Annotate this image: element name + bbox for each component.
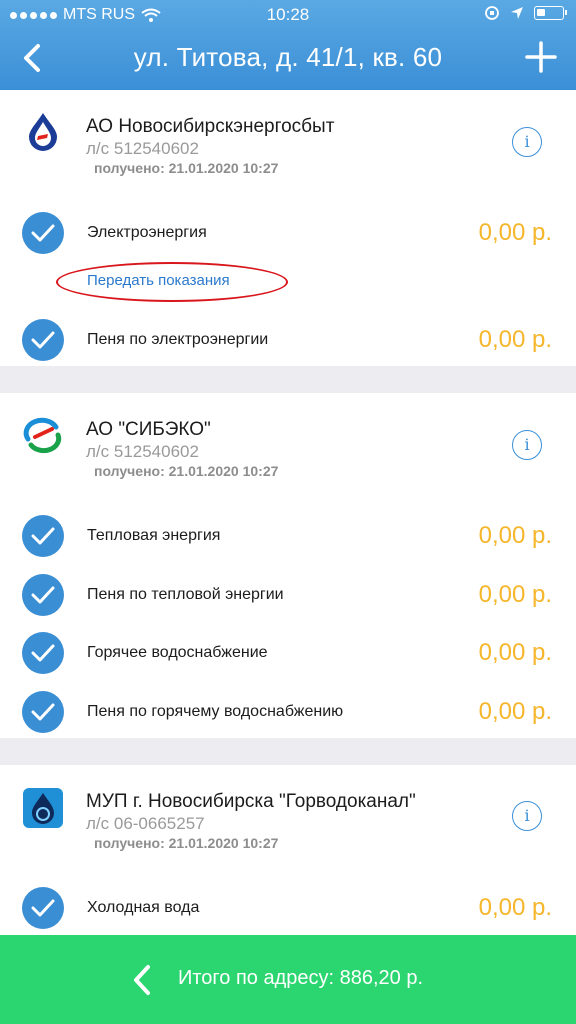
- received-date: получено: 21.01.2020 10:27: [94, 835, 279, 851]
- service-row[interactable]: Пеня по тепловой энергии 0,00 р.: [0, 570, 576, 620]
- chevron-left-icon[interactable]: [130, 963, 156, 997]
- service-amount: 0,00 р.: [478, 698, 552, 725]
- location-icon: [511, 7, 523, 19]
- provider-name: АО Новосибирскэнергосбыт: [86, 116, 335, 137]
- service-amount: 0,00 р.: [478, 894, 552, 921]
- service-row[interactable]: Электроэнергия 0,00 р.: [0, 208, 576, 258]
- service-label: Пеня по электроэнергии: [87, 331, 269, 348]
- received-date: получено: 21.01.2020 10:27: [94, 463, 279, 479]
- battery-icon: [534, 6, 567, 20]
- service-amount: 0,00 р.: [478, 219, 552, 246]
- energosbyt-logo-icon: [29, 113, 57, 151]
- total-footer-button[interactable]: Итого по адресу: 886,20 р.: [0, 935, 576, 1024]
- account-number: л/с 06-0665257: [86, 814, 205, 833]
- checkmark-icon[interactable]: [22, 212, 64, 254]
- info-icon[interactable]: i: [512, 127, 542, 157]
- service-row[interactable]: Холодная вода 0,00 р.: [0, 883, 576, 933]
- status-bar: MTS RUS 10:28: [0, 0, 576, 30]
- info-icon[interactable]: i: [512, 430, 542, 460]
- rotation-lock-icon: [485, 6, 499, 20]
- checkmark-icon[interactable]: [22, 887, 64, 929]
- service-amount: 0,00 р.: [478, 522, 552, 549]
- service-label: Пеня по тепловой энергии: [87, 586, 284, 603]
- service-row[interactable]: Пеня по электроэнергии 0,00 р.: [0, 315, 576, 365]
- service-label: Электроэнергия: [87, 224, 207, 241]
- sibeco-logo-icon: [23, 417, 62, 454]
- checkmark-icon[interactable]: [22, 319, 64, 361]
- add-icon[interactable]: [524, 40, 558, 74]
- received-date: получено: 21.01.2020 10:27: [94, 160, 279, 176]
- checkmark-icon[interactable]: [22, 632, 64, 674]
- checkmark-icon[interactable]: [22, 691, 64, 733]
- account-number: л/с 512540602: [86, 139, 199, 158]
- checkmark-icon[interactable]: [22, 574, 64, 616]
- provider-name: АО "СИБЭКО": [86, 419, 211, 440]
- service-amount: 0,00 р.: [478, 639, 552, 666]
- annotation-ellipse: [56, 262, 288, 302]
- info-icon[interactable]: i: [512, 801, 542, 831]
- gorvodokanal-logo-icon: [23, 788, 63, 828]
- service-label: Пеня по горячему водоснабжению: [87, 703, 344, 720]
- service-label: Горячее водоснабжение: [87, 644, 268, 661]
- service-row[interactable]: Пеня по горячему водоснабжению 0,00 р.: [0, 687, 576, 737]
- page-title: ул. Титова, д. 41/1, кв. 60: [133, 42, 443, 72]
- account-number: л/с 512540602: [86, 442, 199, 461]
- provider-name: МУП г. Новосибирска "Горводоканал": [86, 791, 416, 812]
- total-label: Итого по адресу: 886,20 р.: [178, 967, 424, 989]
- service-label: Холодная вода: [87, 899, 200, 916]
- checkmark-icon[interactable]: [22, 515, 64, 557]
- service-row[interactable]: Тепловая энергия 0,00 р.: [0, 511, 576, 561]
- service-amount: 0,00 р.: [478, 326, 552, 353]
- service-amount: 0,00 р.: [478, 581, 552, 608]
- service-label: Тепловая энергия: [87, 527, 221, 544]
- service-row[interactable]: Горячее водоснабжение 0,00 р.: [0, 628, 576, 678]
- top-bar: MTS RUS 10:28 ул. Титова, д. 41/1, кв. 6…: [0, 0, 576, 90]
